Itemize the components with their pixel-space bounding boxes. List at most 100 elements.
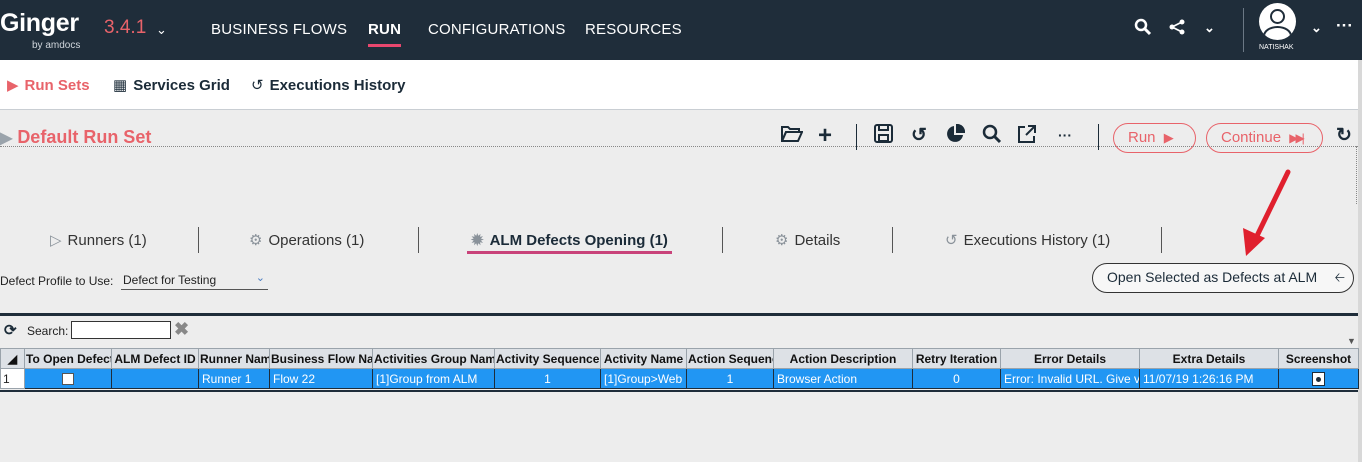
tab-label: Details [794, 232, 841, 249]
screenshot-cell[interactable] [1278, 368, 1359, 389]
more-options-icon[interactable]: ··· [1058, 127, 1072, 143]
screenshot-icon[interactable] [1312, 371, 1325, 386]
clear-search-icon[interactable]: ✖ [174, 319, 189, 340]
nav-configurations[interactable]: CONFIGURATIONS [428, 21, 566, 38]
to-open-defect-checkbox[interactable] [62, 373, 74, 386]
grid-toolbar: ⟳ Search: ✖ ▼ [0, 316, 1358, 348]
run-set-tabs: ▷ Runners (1) ⚙ Operations (1) ✹ ALM Defect… [0, 223, 1358, 257]
activity-name-cell[interactable]: [1]Group>Web [600, 368, 687, 389]
tab-divider [1161, 227, 1162, 253]
play-circle-icon: ▶ [0, 130, 13, 147]
defects-grid: ◢ To Open Defect ALM Defect ID Runner Na… [0, 348, 1359, 389]
column-header[interactable]: Error Details [1000, 348, 1140, 369]
open-defects-button-label: Open Selected as Defects at ALM [1107, 269, 1318, 285]
undo-icon[interactable]: ↺ [911, 124, 927, 147]
column-header[interactable]: Activity Sequence [494, 348, 601, 369]
column-header[interactable]: Action Description [773, 348, 913, 369]
ginger-logo[interactable]: Ginger by amdocs [0, 10, 80, 51]
subtab-executions-history[interactable]: ↺ Executions History [251, 76, 405, 94]
continue-button-label: Continue [1221, 129, 1282, 146]
retry-iteration-cell[interactable]: 0 [912, 368, 1001, 389]
nav-resources[interactable]: RESOURCES [585, 21, 682, 38]
row-index: 1 [0, 368, 25, 389]
column-header[interactable]: Extra Details [1139, 348, 1279, 369]
tab-details[interactable]: ⚙ Details [775, 231, 840, 249]
tab-content-border [0, 146, 1358, 147]
column-header[interactable]: Screenshot [1278, 348, 1359, 369]
user-avatar[interactable] [1259, 3, 1296, 40]
play-icon: ▶ [1163, 130, 1174, 145]
chevron-down-icon: ⌄ [255, 272, 265, 284]
alm-defect-id-cell[interactable] [111, 368, 199, 389]
run-button-label: Run [1128, 129, 1156, 146]
top-navigation-bar: Ginger by amdocs 3.4.1 ⌄ BUSINESS FLOWS … [0, 0, 1362, 60]
grid-corner[interactable]: ◢ [0, 348, 25, 369]
chevron-down-icon[interactable]: ▼ [1347, 336, 1356, 346]
user-name: NATISHAK [1259, 44, 1294, 51]
run-button[interactable]: Run ▶ [1113, 123, 1196, 153]
defect-profile-value: Defect for Testing [123, 273, 217, 287]
subtab-run-sets[interactable]: ▶ Run Sets [7, 76, 90, 94]
search-input[interactable] [71, 321, 171, 339]
defect-profile-select[interactable]: Defect for Testing ⌄ [121, 270, 268, 290]
nav-run[interactable]: RUN [368, 21, 402, 47]
column-header[interactable]: To Open Defect [24, 348, 112, 369]
tab-divider [892, 227, 893, 253]
search-icon[interactable] [1134, 18, 1152, 41]
action-sequence-cell[interactable]: 1 [686, 368, 774, 389]
tab-divider [418, 227, 419, 253]
tab-divider [722, 227, 723, 253]
vertical-scrollbar[interactable] [1358, 60, 1362, 462]
gear-icon: ⚙ [775, 232, 789, 249]
extra-details-cell[interactable]: 11/07/19 1:26:16 PM [1139, 368, 1279, 389]
version-label[interactable]: 3.4.1 [104, 17, 146, 39]
search-label: Search: [27, 324, 69, 338]
runner-name-cell[interactable]: Runner 1 [198, 368, 270, 389]
action-description-cell[interactable]: Browser Action [773, 368, 913, 389]
table-row[interactable]: 1 Runner 1 Flow 22 [1]Group from ALM 1 [… [0, 368, 1359, 389]
column-header[interactable]: Activity Name [600, 348, 687, 369]
column-header[interactable]: Activities Group Name [372, 348, 495, 369]
business-flow-cell[interactable]: Flow 22 [269, 368, 373, 389]
gears-icon: ⚙ [249, 232, 263, 249]
toolbar-divider [1243, 8, 1244, 52]
column-header[interactable]: Retry Iteration [912, 348, 1001, 369]
nav-business-flows[interactable]: BUSINESS FLOWS [211, 21, 347, 38]
tab-executions-history[interactable]: ↺ Executions History (1) [945, 231, 1110, 249]
share-icon[interactable] [1168, 18, 1186, 41]
continue-button[interactable]: Continue ▶▶| [1206, 123, 1323, 153]
defect-profile-label: Defect Profile to Use: [0, 274, 114, 288]
subtab-label: Services Grid [133, 77, 230, 94]
column-header[interactable]: Action Sequence [686, 348, 774, 369]
refresh-icon[interactable]: ⟳ [4, 321, 17, 339]
more-options-icon[interactable]: ··· [1336, 16, 1353, 36]
tab-alm-defects-opening[interactable]: ✹ ALM Defects Opening (1) [467, 231, 672, 254]
chevron-down-icon[interactable]: ⌄ [1204, 20, 1215, 36]
to-open-defect-cell[interactable] [24, 368, 112, 389]
bug-icon: ✹ [471, 232, 484, 249]
play-circle-icon: ▶ [7, 77, 19, 94]
tab-runners[interactable]: ▷ Runners (1) [50, 231, 147, 249]
activity-sequence-cell[interactable]: 1 [494, 368, 601, 389]
column-header[interactable]: Runner Name [198, 348, 270, 369]
subtab-services-grid[interactable]: ▦ Services Grid [113, 76, 230, 94]
grid-row-border [0, 390, 1358, 392]
arrow-left-icon: 🡠 [1334, 270, 1345, 285]
fast-forward-icon: ▶▶| [1289, 131, 1304, 145]
run-set-title: ▶ Default Run Set [0, 127, 151, 148]
tab-operations[interactable]: ⚙ Operations (1) [249, 231, 364, 249]
run-subtabs: ▶ Run Sets ▦ Services Grid ↺ Executions His… [0, 60, 1362, 110]
play-circle-icon: ▷ [50, 232, 62, 249]
chevron-down-icon[interactable]: ⌄ [156, 22, 167, 38]
tab-label: Executions History (1) [963, 232, 1111, 249]
error-details-cell[interactable]: Error: Invalid URL. Give valid URL [1000, 368, 1140, 389]
column-header[interactable]: ALM Defect ID [111, 348, 199, 369]
tab-content-border [1356, 146, 1357, 204]
chevron-down-icon[interactable]: ⌄ [1311, 20, 1322, 36]
activities-group-cell[interactable]: [1]Group from ALM [372, 368, 495, 389]
annotation-arrow-icon [1243, 169, 1291, 256]
grid-icon: ▦ [113, 77, 128, 94]
column-header[interactable]: Business Flow Name [269, 348, 373, 369]
refresh-icon[interactable]: ↻ [1336, 124, 1352, 147]
open-defects-button[interactable]: Open Selected as Defects at ALM 🡠 [1092, 263, 1354, 293]
